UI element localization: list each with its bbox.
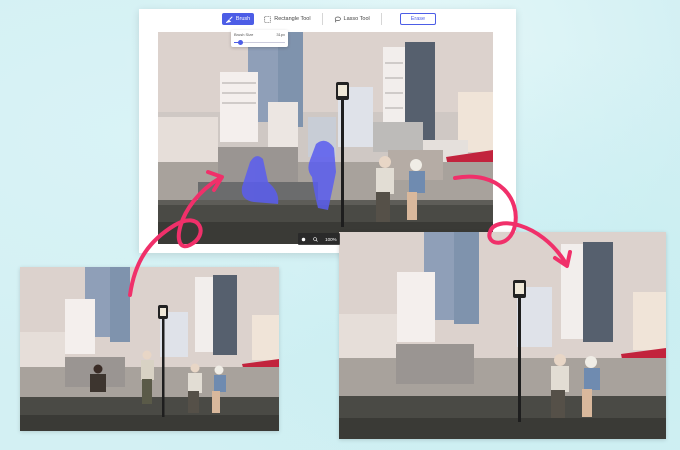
brush-tool-label: Brush (235, 16, 251, 22)
brush-size-label: Brush Size (234, 32, 254, 37)
scene-image (158, 32, 493, 244)
zoom-controls: 100% (298, 233, 340, 245)
lasso-icon (334, 16, 341, 23)
toolbar: Brush Rectangle Tool Lasso Tool Erase (139, 9, 516, 29)
brush-size-popover: Brush Size 31px (231, 30, 288, 47)
rectangle-tool-label: Rectangle Tool (274, 16, 311, 22)
brush-icon (225, 15, 233, 23)
hand-icon[interactable] (301, 237, 306, 242)
lasso-tool-label: Lasso Tool (343, 16, 370, 22)
toolbar-divider (380, 13, 382, 25)
brush-size-value: 31px (276, 32, 285, 37)
before-image (20, 267, 279, 431)
zoom-value: 100% (325, 236, 337, 242)
brush-tool-button[interactable]: Brush (221, 13, 255, 25)
zoom-icon[interactable] (313, 236, 318, 242)
rectangle-tool-button[interactable]: Rectangle Tool (260, 13, 314, 25)
erase-button[interactable]: Erase (399, 13, 437, 25)
after-image (339, 232, 666, 439)
after-photo (339, 232, 666, 439)
rectangle-select-icon (264, 15, 271, 23)
main-photo-canvas[interactable] (158, 32, 493, 244)
lasso-tool-button[interactable]: Lasso Tool (330, 13, 374, 25)
before-photo (20, 267, 279, 431)
slider-handle[interactable] (237, 40, 243, 45)
toolbar-divider (321, 13, 323, 25)
brush-size-slider[interactable] (234, 40, 285, 45)
